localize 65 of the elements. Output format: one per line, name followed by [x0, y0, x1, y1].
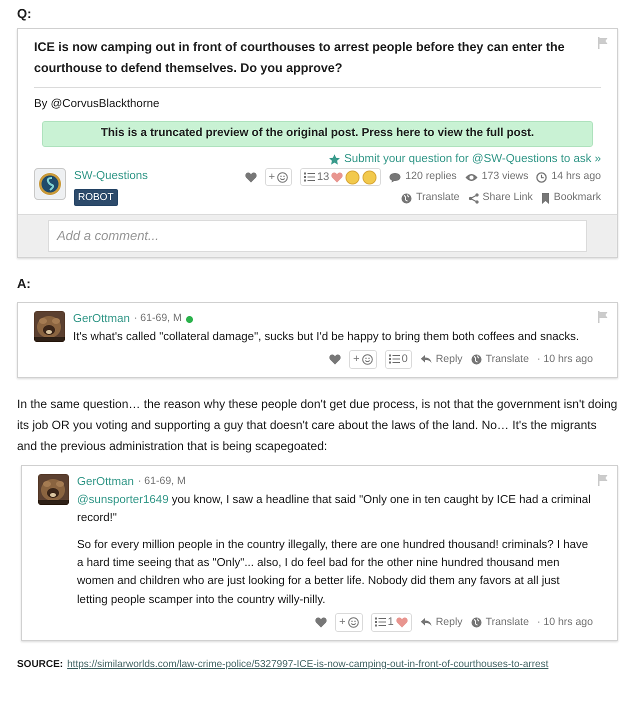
reply-icon: [420, 354, 432, 364]
star-icon: [329, 154, 340, 165]
flag-icon[interactable]: [597, 474, 609, 486]
comment-time: · 10 hrs ago: [536, 352, 593, 367]
username-link[interactable]: SW-Questions: [74, 168, 148, 185]
body-paragraph: In the same question… the reason why these people don't get due process, is not that the government isn't doing its job OR you voting and supporting a guy that doesn't care about the laws of the land. No… It's the migrants and the previous administration that is being scapegoated:: [17, 396, 618, 455]
clock-icon: [536, 172, 548, 182]
comment-text: It's what's called "collateral damage", sucks but I'd be happy to bring them both coffees and snacks.: [73, 330, 580, 345]
source-link[interactable]: https://similarworlds.com/law-crime-police/5327997-ICE-is-now-camping-out-in-front-of-courthouses-to-arrest: [67, 656, 548, 672]
question-title: ICE is now camping out in front of courthouses to arrest people before they can enter the courthouse to defend themselves. Do you approve?: [34, 38, 566, 77]
speech-bubble-icon: [389, 172, 402, 182]
submit-question-link[interactable]: Submit your question for @SW-Questions to ask »: [329, 150, 601, 168]
smiley-icon: [362, 354, 373, 365]
post-time: 14 hrs ago: [551, 169, 601, 184]
smiley-icon: [348, 616, 359, 628]
share-icon: [468, 192, 479, 204]
emoji-icon: [345, 170, 360, 184]
flag-icon[interactable]: [597, 36, 609, 48]
mention-link[interactable]: @sunsporter1649: [77, 494, 169, 506]
add-reaction-button[interactable]: +: [349, 350, 377, 369]
reply-icon: [420, 617, 432, 628]
heart-icon[interactable]: [331, 172, 344, 182]
globe-icon: [470, 354, 482, 365]
comment-field[interactable]: Add a comment...: [48, 220, 587, 252]
translate-link[interactable]: Translate: [470, 614, 529, 630]
author-line: By @CorvusBlackthorne: [34, 97, 160, 112]
heart-icon[interactable]: [244, 172, 257, 182]
replies-count: 120 replies: [405, 169, 457, 184]
globe-icon: [401, 192, 412, 204]
globe-icon: [470, 616, 482, 628]
username-link[interactable]: GerOttman: [73, 310, 130, 328]
section-label: A:: [17, 275, 32, 293]
user-meta: · 61-69, M: [134, 311, 182, 326]
comment-time: · 10 hrs ago: [536, 614, 593, 630]
share-link[interactable]: Share Link: [468, 190, 533, 206]
reply-link[interactable]: Reply: [420, 614, 463, 630]
comment-text: So for every million people in the country illegally, there are one hundred thousand! criminals? I have a hard time seeing that as "Only"... also, I do feel bad for the other nine hundred thousand men women and children who are just looking for a better life. Nobody did them any favors at all just letting people scamper into the country willy-nilly.: [77, 538, 590, 608]
bookmark-icon: [540, 192, 550, 204]
add-reaction-button[interactable]: +: [335, 613, 363, 632]
flag-icon[interactable]: [597, 310, 609, 322]
add-reaction-button[interactable]: +: [264, 168, 292, 186]
reactions-button[interactable]: 13: [300, 168, 382, 186]
eye-icon: [464, 172, 478, 182]
translate-link[interactable]: Translate: [401, 190, 460, 206]
heart-icon[interactable]: [315, 616, 328, 628]
heart-icon[interactable]: [329, 354, 342, 365]
reactions-button[interactable]: 0: [384, 350, 412, 369]
reply-link[interactable]: Reply: [420, 352, 463, 368]
robot-badge: ROBOT: [74, 189, 118, 206]
smiley-icon: [277, 172, 288, 182]
reactions-button[interactable]: 1: [370, 613, 412, 632]
section-label: Q:: [17, 5, 32, 23]
emoji-icon: [362, 170, 378, 184]
list-icon: [388, 354, 400, 364]
translate-link[interactable]: Translate: [470, 352, 529, 368]
preview-notice[interactable]: This is a truncated preview of the original post. Press here to view the full post.: [42, 121, 593, 146]
list-icon: [304, 172, 316, 182]
list-icon: [374, 617, 386, 628]
bookmark-link[interactable]: Bookmark: [540, 190, 601, 206]
username-link[interactable]: GerOttman: [77, 474, 134, 491]
comment-text: @sunsporter1649 you know, I saw a headline that said "Only one in ten caught by ICE had a criminal record!": [77, 492, 592, 526]
views-count: 173 views: [482, 169, 528, 184]
source-label: SOURCE:: [17, 658, 64, 672]
heart-icon[interactable]: [396, 616, 408, 628]
user-meta: · 61-69, M: [138, 474, 186, 490]
